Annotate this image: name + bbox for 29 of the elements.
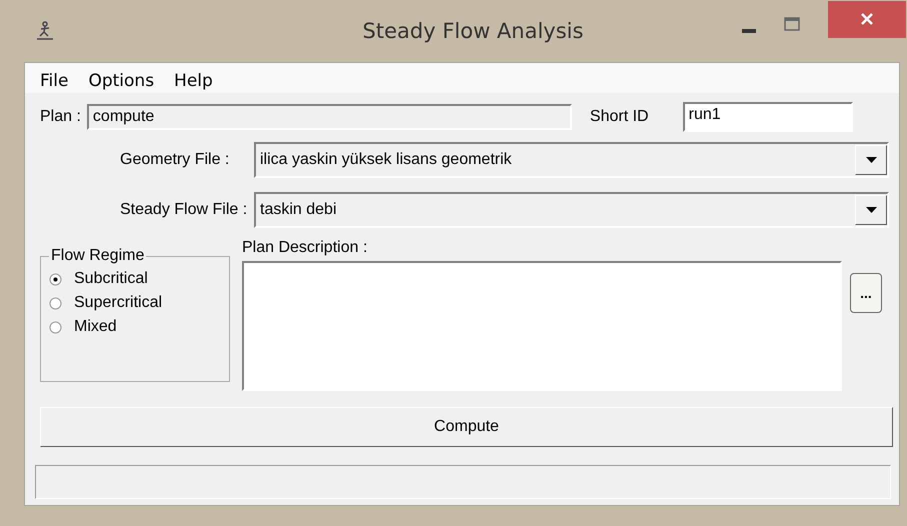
short-id-label: Short ID	[590, 108, 649, 126]
menu-item[interactable]: Options	[88, 71, 154, 93]
short-id-field[interactable]: run1	[682, 102, 853, 132]
close-icon	[860, 12, 874, 26]
radio-button[interactable]	[49, 272, 62, 286]
menu-item[interactable]: File	[40, 71, 68, 93]
dropdown-arrow-icon	[866, 207, 876, 213]
radio-button[interactable]	[49, 296, 62, 310]
plan-label: Plan :	[40, 108, 81, 126]
steady-flow-file-label: Steady Flow File :	[119, 201, 248, 219]
plan-description-label: Plan Description :	[242, 239, 368, 257]
figure-icon	[36, 21, 54, 41]
plan-description-field[interactable]	[242, 261, 842, 391]
maximize-icon[interactable]	[784, 17, 800, 31]
radio-button[interactable]	[49, 320, 62, 334]
more-button[interactable]: ...	[850, 273, 882, 313]
radio-option[interactable]: Subcritical	[49, 267, 221, 291]
close-button[interactable]	[828, 0, 906, 38]
window-title: Steady Flow Analysis	[362, 19, 584, 43]
radio-option[interactable]: Supercritical	[49, 291, 221, 315]
geometry-file-dropdown[interactable]: ilica yaskin yüksek lisans geometrik	[254, 142, 889, 178]
compute-button[interactable]: Compute	[40, 407, 893, 447]
steady-flow-file-dropdown[interactable]: taskin debi	[254, 192, 889, 228]
menu-item[interactable]: Help	[174, 71, 213, 93]
minimize-icon[interactable]	[742, 28, 756, 34]
geometry-file-label: Geometry File :	[119, 151, 230, 169]
group-title: Flow Regime	[50, 247, 146, 265]
radio-option[interactable]: Mixed	[49, 315, 221, 339]
dropdown-arrow-icon	[866, 157, 876, 163]
